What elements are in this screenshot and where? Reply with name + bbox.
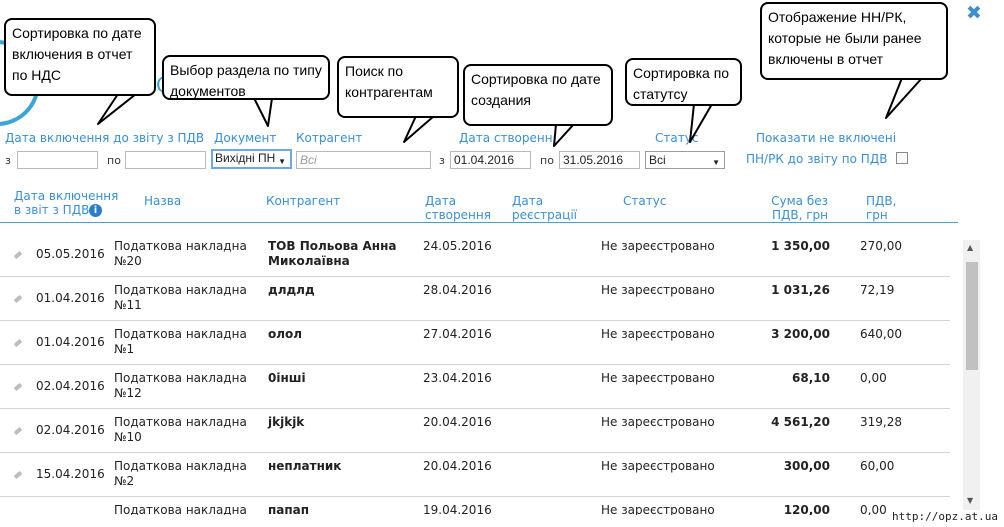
callout-sort-by-status: Сортировка по статутсу xyxy=(625,58,742,106)
callout-show-not-included: Отображение НН/РК, которые не были ранее… xyxy=(760,2,948,80)
callout-sort-by-vat-date: Сортировка по дате включения в отчет по … xyxy=(4,18,156,96)
callout-search-contractor: Поиск по контрагентам xyxy=(337,56,459,118)
watermark: http://opz.at.ua xyxy=(892,510,998,523)
callout-sort-by-created: Сортировка по дате создания xyxy=(463,64,613,126)
callout-doc-type: Выбор раздела по типу документов xyxy=(162,55,330,100)
